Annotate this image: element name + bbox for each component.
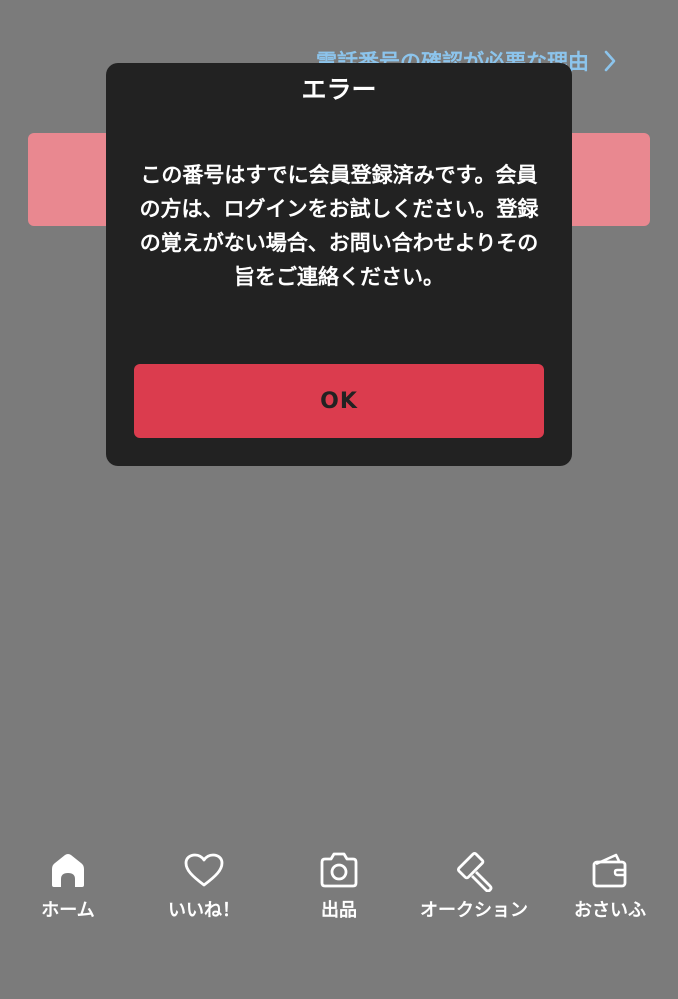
tab-home[interactable]: ホーム — [3, 848, 133, 928]
tab-auction[interactable]: オークション — [409, 848, 539, 928]
bottom-tab-bar: ホーム いいね！ 出品 オークション おさいふ — [0, 848, 678, 928]
dialog-message: この番号はすでに会員登録済みです。会員の方は、ログインをお試しください。登録の覚… — [139, 163, 539, 289]
gavel-icon — [452, 848, 496, 892]
tab-likes-label: いいね！ — [168, 900, 240, 921]
tab-sell-label: 出品 — [321, 900, 357, 921]
error-dialog: エラー この番号はすでに会員登録済みです。会員の方は、ログインをお試しください。… — [106, 63, 572, 466]
tab-wallet[interactable]: おさいふ — [545, 848, 675, 928]
tab-wallet-label: おさいふ — [574, 900, 646, 921]
ok-button[interactable]: OK — [134, 364, 544, 438]
dialog-title: エラー — [301, 75, 377, 104]
tab-auction-label: オークション — [420, 900, 528, 921]
tab-sell[interactable]: 出品 — [274, 848, 404, 928]
wallet-icon — [590, 848, 630, 892]
tab-likes[interactable]: いいね！ — [139, 848, 269, 928]
heart-icon — [183, 848, 225, 892]
chevron-right-icon — [603, 49, 617, 73]
camera-icon — [318, 848, 360, 892]
home-icon — [49, 848, 87, 892]
tab-home-label: ホーム — [41, 900, 95, 921]
